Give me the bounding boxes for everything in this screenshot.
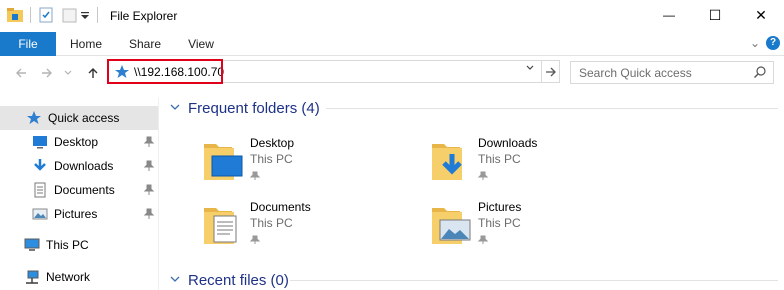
folder-location: This PC — [250, 152, 293, 166]
folder-name: Pictures — [478, 200, 522, 214]
sidebar-item-label: Documents — [54, 183, 115, 197]
pin-icon[interactable] — [143, 160, 155, 172]
desktop-folder-icon — [202, 136, 246, 184]
back-button[interactable] — [12, 64, 30, 82]
pin-icon[interactable] — [143, 136, 155, 148]
minimize-button[interactable]: — — [646, 0, 692, 30]
sidebar-item-label: Quick access — [48, 111, 120, 125]
section-divider — [326, 108, 778, 109]
address-highlight-box — [107, 59, 223, 84]
folder-name: Downloads — [478, 136, 538, 150]
sidebar-item-label: Downloads — [54, 159, 114, 173]
folder-location: This PC — [478, 216, 521, 230]
navigation-divider — [158, 98, 159, 290]
sidebar-item-this-pc[interactable]: This PC — [0, 233, 158, 257]
frequent-folders-header[interactable]: Frequent folders (4) — [170, 96, 320, 120]
search-input[interactable]: Search Quick access — [570, 61, 774, 84]
sidebar-item-pictures[interactable]: Pictures — [0, 202, 158, 226]
computer-icon — [24, 237, 40, 253]
sidebar-item-downloads[interactable]: Downloads — [0, 154, 158, 178]
title-bar: File Explorer — ☐ ✕ — [0, 0, 784, 32]
chevron-down-icon — [64, 70, 72, 75]
sidebar-item-desktop[interactable]: Desktop — [0, 130, 158, 154]
folder-tile-pictures[interactable]: Pictures This PC — [430, 198, 630, 254]
documents-folder-icon — [202, 200, 246, 248]
back-arrow-icon — [16, 68, 26, 78]
sidebar-item-quick-access[interactable]: Quick access — [0, 106, 158, 130]
sidebar-item-network[interactable]: Network — [0, 265, 158, 289]
arrow-right-icon — [545, 67, 556, 76]
tab-file[interactable]: File — [0, 32, 56, 56]
up-arrow-icon — [88, 68, 98, 78]
desktop-icon — [32, 134, 48, 150]
folder-location: This PC — [250, 216, 293, 230]
quick-access-toolbar — [6, 6, 104, 24]
maximize-button[interactable]: ☐ — [692, 0, 738, 30]
folder-name: Desktop — [250, 136, 295, 150]
folder-name: Documents — [250, 200, 311, 214]
address-dropdown-icon[interactable] — [523, 63, 537, 79]
go-button[interactable] — [542, 60, 560, 83]
folder-tile-documents[interactable]: Documents This PC — [202, 198, 402, 254]
pin-icon[interactable] — [249, 170, 261, 180]
pin-icon[interactable] — [143, 208, 155, 220]
address-toolbar: \\192.168.100.70 Search Quick access — [0, 56, 784, 90]
tab-share[interactable]: Share — [117, 32, 173, 56]
star-icon — [26, 110, 42, 126]
forward-arrow-icon — [42, 68, 52, 78]
toolbar-separator — [97, 7, 98, 23]
pin-icon[interactable] — [477, 170, 489, 180]
section-title: Frequent folders (4) — [188, 99, 320, 117]
recent-files-header[interactable]: Recent files (0) — [170, 268, 289, 290]
section-divider — [290, 280, 778, 281]
up-button[interactable] — [84, 64, 102, 82]
help-icon[interactable]: ? — [766, 36, 780, 50]
ribbon: File Home Share View ⌄ ? — [0, 32, 784, 56]
window-title: File Explorer — [110, 9, 178, 23]
new-folder-icon[interactable] — [61, 6, 79, 24]
tab-home[interactable]: Home — [58, 32, 114, 56]
sidebar-item-label: Network — [46, 270, 91, 284]
folder-location: This PC — [478, 152, 521, 166]
pin-icon[interactable] — [143, 184, 155, 196]
pictures-icon — [32, 206, 48, 222]
downloads-folder-icon — [430, 136, 474, 184]
folder-tile-desktop[interactable]: Desktop This PC — [202, 134, 402, 190]
chevron-down-icon[interactable] — [170, 273, 180, 287]
pin-icon[interactable] — [249, 234, 261, 244]
search-placeholder: Search Quick access — [579, 66, 692, 80]
sidebar-item-label: Desktop — [54, 135, 99, 149]
expand-ribbon-icon[interactable]: ⌄ — [750, 36, 760, 50]
recent-locations-button[interactable] — [62, 64, 74, 82]
customize-toolbar-icon[interactable] — [79, 6, 91, 24]
chevron-down-icon[interactable] — [170, 101, 180, 115]
network-icon — [24, 269, 40, 285]
documents-icon — [32, 182, 48, 198]
content-pane: Frequent folders (4) Desktop This PC Dow… — [166, 90, 778, 290]
section-title: Recent files (0) — [188, 271, 289, 289]
sidebar-item-label: This PC — [46, 238, 89, 252]
pin-icon[interactable] — [477, 234, 489, 244]
folder-app-icon — [6, 6, 24, 24]
download-icon — [32, 158, 48, 174]
navigation-pane: Quick access Desktop Downloads Documents — [0, 98, 160, 290]
close-button[interactable]: ✕ — [738, 0, 784, 30]
folder-tile-downloads[interactable]: Downloads This PC — [430, 134, 630, 190]
sidebar-item-documents[interactable]: Documents — [0, 178, 158, 202]
tab-view[interactable]: View — [173, 32, 229, 56]
properties-icon[interactable] — [37, 6, 55, 24]
search-icon[interactable] — [753, 65, 767, 79]
sidebar-item-label: Pictures — [54, 207, 98, 221]
forward-button[interactable] — [38, 64, 56, 82]
toolbar-separator — [30, 7, 31, 23]
pictures-folder-icon — [430, 200, 474, 248]
